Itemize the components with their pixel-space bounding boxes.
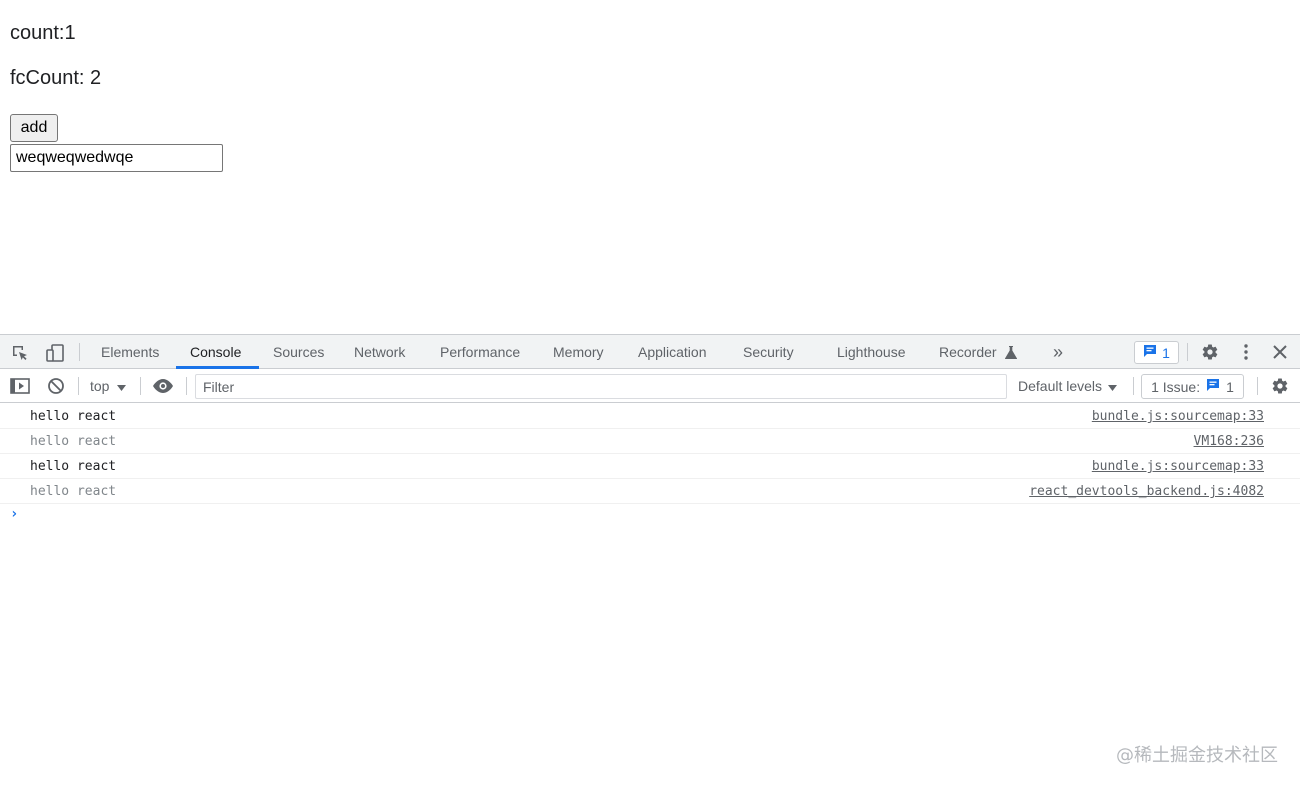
count-label: count:1 — [10, 22, 76, 44]
message-source-link[interactable]: react_devtools_backend.js:4082 — [1029, 484, 1264, 499]
message-text: hello react — [30, 459, 117, 474]
tab-recorder[interactable]: Recorder — [939, 335, 997, 369]
tab-console[interactable]: Console — [190, 335, 241, 369]
console-message: hello react react_devtools_backend.js:40… — [0, 479, 1300, 504]
more-tabs-button[interactable]: » — [1053, 335, 1063, 369]
tab-performance[interactable]: Performance — [440, 335, 520, 369]
message-icon — [1143, 344, 1157, 361]
tab-security[interactable]: Security — [743, 335, 794, 369]
filter-input[interactable] — [195, 374, 1007, 399]
gear-icon[interactable] — [1270, 376, 1290, 396]
watermark: @稀土掘金技术社区 — [1116, 745, 1278, 766]
divider — [186, 377, 187, 395]
console-prompt[interactable]: › — [10, 506, 18, 522]
divider — [1187, 343, 1188, 361]
fccount-label: fcCount: 2 — [10, 67, 102, 89]
text-input[interactable] — [10, 144, 223, 172]
log-levels-label: Default levels — [1018, 378, 1103, 394]
device-toolbar-icon[interactable] — [44, 342, 66, 364]
tab-lighthouse[interactable]: Lighthouse — [837, 335, 906, 369]
kebab-menu-icon[interactable] — [1236, 342, 1256, 362]
tab-memory[interactable]: Memory — [553, 335, 604, 369]
tab-network[interactable]: Network — [354, 335, 405, 369]
divider — [79, 343, 80, 361]
message-source-link[interactable]: bundle.js:sourcemap:33 — [1092, 409, 1264, 424]
live-expression-icon[interactable] — [151, 376, 175, 396]
log-levels-dropdown[interactable]: Default levels — [1018, 369, 1118, 403]
inspect-element-icon[interactable] — [10, 343, 30, 363]
tab-elements[interactable]: Elements — [101, 335, 159, 369]
flask-icon — [1004, 345, 1018, 359]
divider — [140, 377, 141, 395]
console-output: hello react bundle.js:sourcemap:33 hello… — [0, 404, 1300, 522]
context-label: top — [90, 378, 110, 394]
message-text: hello react — [30, 434, 117, 449]
web-page: count:1 fcCount: 2 add — [0, 0, 1300, 334]
issues-count: 1 — [1162, 344, 1170, 361]
console-message: hello react bundle.js:sourcemap:33 — [0, 404, 1300, 429]
issues-label: 1 Issue: — [1151, 378, 1201, 395]
tab-sources[interactable]: Sources — [273, 335, 324, 369]
close-icon[interactable] — [1270, 342, 1290, 362]
message-text: hello react — [30, 409, 117, 424]
issues-button[interactable]: 1 Issue: 1 — [1141, 374, 1244, 399]
add-button[interactable]: add — [10, 114, 58, 142]
console-message: hello react bundle.js:sourcemap:33 — [0, 454, 1300, 479]
devtools-tab-bar: Elements Console Sources Network Perform… — [0, 335, 1300, 369]
message-icon — [1206, 378, 1220, 395]
console-toolbar: top Default levels 1 Issue: 1 — [0, 369, 1300, 403]
divider — [1257, 377, 1258, 395]
divider — [1133, 377, 1134, 395]
divider — [78, 377, 79, 395]
clear-console-icon[interactable] — [46, 376, 66, 396]
message-source-link[interactable]: VM168:236 — [1194, 434, 1264, 449]
devtools-panel: Elements Console Sources Network Perform… — [0, 334, 1300, 785]
caret-down-icon — [1108, 369, 1118, 403]
caret-down-icon — [117, 369, 127, 403]
tab-application[interactable]: Application — [638, 335, 707, 369]
gear-icon[interactable] — [1200, 342, 1220, 362]
issues-counter-button[interactable]: 1 — [1134, 341, 1179, 364]
message-source-link[interactable]: bundle.js:sourcemap:33 — [1092, 459, 1264, 474]
issues-count: 1 — [1226, 378, 1234, 395]
message-text: hello react — [30, 484, 117, 499]
console-message: hello react VM168:236 — [0, 429, 1300, 454]
sidebar-toggle-icon[interactable] — [9, 376, 31, 396]
context-selector[interactable]: top — [90, 369, 127, 403]
